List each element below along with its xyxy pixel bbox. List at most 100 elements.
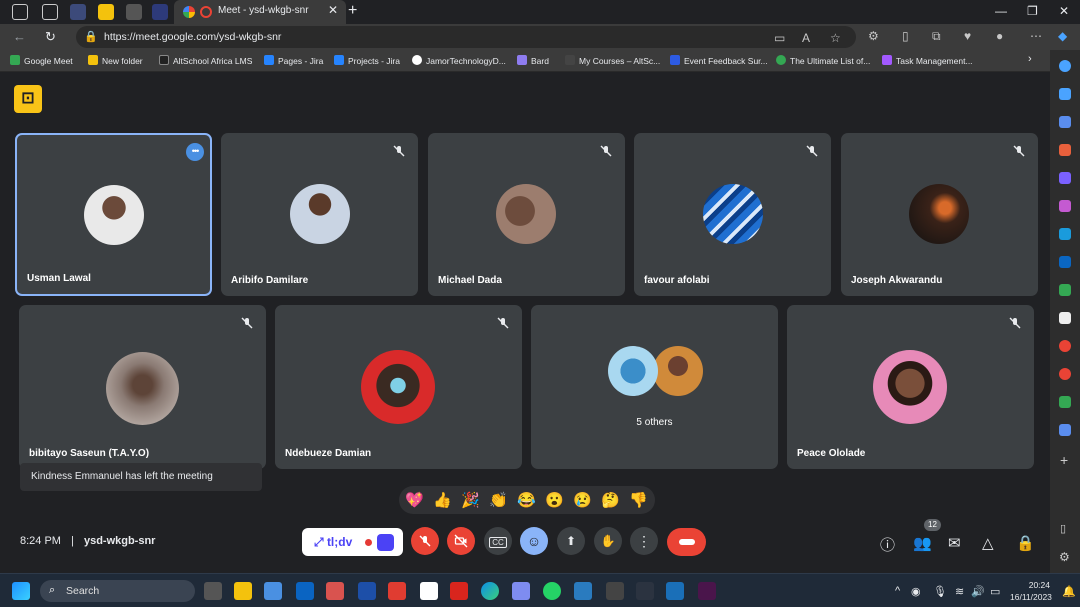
tab-google-meet[interactable]: Meet - ysd-wkgb-snr ✕ — [174, 0, 346, 24]
app-icon[interactable] — [420, 582, 438, 600]
reaction-thinking[interactable]: 🤔 — [601, 491, 620, 509]
task-view-icon[interactable] — [204, 582, 222, 600]
tray-overflow-icon[interactable]: ^ — [895, 585, 900, 597]
participant-tile[interactable]: ••• Usman Lawal — [15, 133, 212, 296]
extensions-icon[interactable]: ⚙ — [868, 29, 879, 43]
meeting-details-icon[interactable]: ⓘ — [880, 534, 895, 555]
reaction-laugh[interactable]: 😂 — [517, 491, 536, 509]
bookmark-bard[interactable]: Bard — [517, 55, 549, 66]
sidebar-app-icon[interactable] — [1059, 424, 1071, 436]
volume-icon[interactable]: 🔊 — [971, 585, 985, 598]
taskbar-search-input[interactable]: ⌕ Search — [40, 580, 195, 602]
collections-icon[interactable]: ⧉ — [932, 29, 941, 44]
bookmarks-overflow-icon[interactable]: › — [1028, 53, 1032, 65]
pinned-tab-icon[interactable] — [70, 4, 86, 20]
emoji-reactions-button[interactable]: ☺ — [520, 527, 548, 555]
new-tab-icon[interactable]: + — [348, 2, 357, 20]
whatsapp-icon[interactable] — [543, 582, 561, 600]
activities-icon[interactable]: △ — [982, 534, 994, 552]
bookmark-ultimate-list[interactable]: The Ultimate List of... — [776, 55, 870, 66]
pinned-tab-icon[interactable] — [126, 4, 142, 20]
sidebar-app-icon[interactable] — [1059, 312, 1071, 324]
participant-tile[interactable]: Joseph Akwarandu — [841, 133, 1038, 296]
sidebar-games-icon[interactable] — [1059, 172, 1071, 184]
more-options-icon[interactable]: ••• — [186, 143, 204, 161]
sidebar-search-icon[interactable] — [1059, 88, 1071, 100]
workspaces-icon[interactable] — [12, 4, 28, 20]
wifi-icon[interactable]: ≋ — [955, 585, 964, 598]
participant-tile[interactable]: Michael Dada — [428, 133, 625, 296]
camera-toggle-button[interactable] — [447, 527, 475, 555]
tray-app-icon[interactable]: ◉ — [911, 585, 921, 598]
bookmark-event-feedback[interactable]: Event Feedback Sur... — [670, 55, 768, 66]
tldv-extension-icon[interactable]: ⊡ — [14, 85, 42, 113]
host-controls-icon[interactable]: 🔒 — [1016, 534, 1035, 552]
tldv-recorder-button[interactable]: ⤢ tl;dv — [302, 528, 403, 556]
participant-tile[interactable]: Aribifo Damilare — [221, 133, 418, 296]
bookmark-altschool[interactable]: AltSchool Africa LMS — [159, 55, 252, 66]
bookmark-github[interactable]: JamorTechnologyD... — [412, 55, 506, 66]
sidebar-linkedin-icon[interactable] — [1059, 256, 1071, 268]
reaction-thumbs-up[interactable]: 👍 — [433, 491, 452, 509]
notifications-icon[interactable]: 🔔 — [1062, 585, 1076, 598]
reaction-clap[interactable]: 👏 — [489, 491, 508, 509]
pinned-tab-icon[interactable] — [98, 4, 114, 20]
participant-tile[interactable]: favour afolabi — [634, 133, 831, 296]
sidebar-tools-icon[interactable] — [1059, 144, 1071, 156]
outlook-icon[interactable] — [296, 582, 314, 600]
bookmark-google-meet[interactable]: Google Meet — [10, 55, 73, 66]
snipping-tool-icon[interactable] — [326, 582, 344, 600]
minimize-icon[interactable]: — — [995, 4, 1007, 18]
pinned-tab-icon[interactable] — [152, 4, 168, 20]
app-icon[interactable] — [512, 582, 530, 600]
sidebar-app-icon[interactable] — [1059, 284, 1071, 296]
performance-icon[interactable]: ♥ — [964, 29, 971, 43]
app-icon[interactable] — [606, 582, 624, 600]
bookmark-new-folder[interactable]: New folder — [88, 55, 143, 66]
leave-call-button[interactable] — [667, 528, 706, 556]
sidebar-settings-icon[interactable]: ⚙ — [1059, 550, 1070, 564]
battery-icon[interactable]: ▭ — [990, 585, 1000, 598]
favorite-star-icon[interactable]: ☆ — [830, 31, 841, 45]
mic-toggle-button[interactable] — [411, 527, 439, 555]
participant-tile[interactable]: Ndebueze Damian — [275, 305, 522, 469]
app-icon[interactable] — [574, 582, 592, 600]
read-aloud-icon[interactable]: A — [802, 31, 810, 45]
more-options-button[interactable]: ⋮ — [630, 527, 658, 555]
reaction-sad[interactable]: 😢 — [573, 491, 592, 509]
start-icon[interactable] — [12, 582, 30, 600]
app-icon[interactable] — [666, 582, 684, 600]
participant-tile[interactable]: Peace Ololade — [787, 305, 1034, 469]
file-explorer-icon[interactable] — [234, 582, 252, 600]
edge-icon[interactable] — [481, 582, 499, 600]
copilot-icon[interactable]: ◆ — [1058, 29, 1067, 43]
pdf-icon[interactable] — [450, 582, 468, 600]
chat-icon[interactable]: ✉ — [948, 534, 961, 552]
bookmark-my-courses[interactable]: My Courses – AltSc... — [565, 55, 660, 66]
back-icon[interactable]: ← — [13, 29, 26, 44]
close-window-icon[interactable]: ✕ — [1059, 4, 1069, 18]
sidebar-shopping-icon[interactable] — [1059, 116, 1071, 128]
others-tile[interactable]: 5 others — [531, 305, 778, 469]
reaction-surprised[interactable]: 😮 — [545, 491, 564, 509]
sidebar-app-icon[interactable] — [1059, 340, 1071, 352]
tray-mic-icon[interactable]: 🎙 — [933, 585, 947, 598]
reaction-thumbs-down[interactable]: 👎 — [629, 491, 648, 509]
app-icon[interactable] — [388, 582, 406, 600]
tab-actions-icon[interactable] — [42, 4, 58, 20]
slack-icon[interactable] — [698, 582, 716, 600]
captions-button[interactable]: CC — [484, 527, 512, 555]
reaction-party[interactable]: 🎉 — [461, 491, 480, 509]
reaction-heart[interactable]: 💖 — [405, 491, 424, 509]
bookmark-projects-jira[interactable]: Projects - Jira — [334, 55, 400, 66]
sidebar-add-icon[interactable]: + — [1060, 452, 1068, 468]
taskbar-clock[interactable]: 20:24 16/11/2023 — [1010, 579, 1052, 603]
address-input[interactable]: 🔒 https://meet.google.com/ysd-wkgb-snr ▭… — [76, 26, 856, 48]
split-screen-icon[interactable]: ▯ — [902, 29, 909, 43]
participant-tile[interactable]: bibitayo Saseun (T.A.Y.O) — [19, 305, 266, 469]
sidebar-hide-icon[interactable]: ▯ — [1060, 522, 1066, 535]
maximize-icon[interactable]: ❐ — [1027, 4, 1038, 18]
close-tab-icon[interactable]: ✕ — [328, 3, 338, 17]
present-screen-button[interactable]: ⬆ — [557, 527, 585, 555]
profile-icon[interactable]: ● — [996, 29, 1003, 43]
